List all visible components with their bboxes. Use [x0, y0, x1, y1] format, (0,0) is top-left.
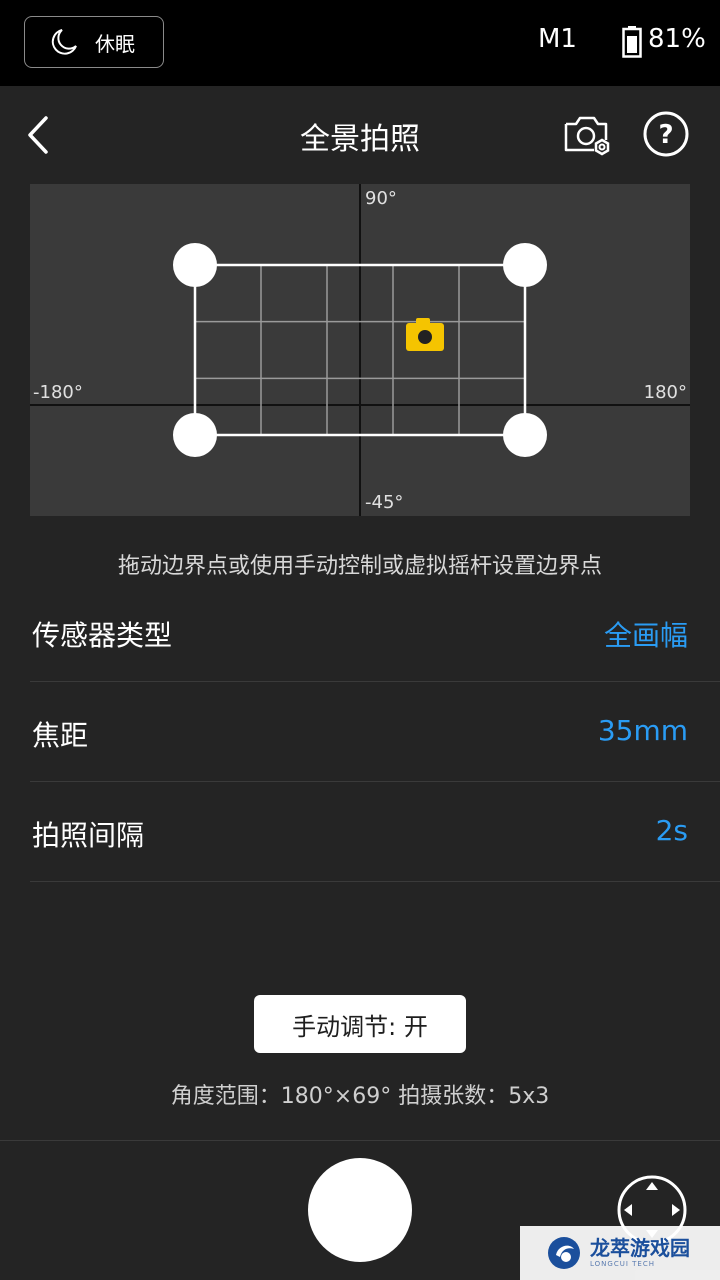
battery-icon	[622, 26, 642, 58]
shutter-button[interactable]	[308, 1158, 412, 1262]
camera-settings-icon[interactable]	[560, 108, 616, 162]
boundary-handle-top-right[interactable]	[503, 243, 547, 287]
mode-label: M1	[538, 24, 577, 54]
setting-shot-interval[interactable]: 拍照间隔 2s	[30, 782, 720, 882]
setting-value: 35mm	[597, 714, 688, 747]
right-angle-label: 180°	[644, 382, 687, 403]
panorama-selector[interactable]: 90° -45° -180° 180°	[30, 184, 690, 516]
bottom-divider	[0, 1140, 720, 1141]
status-bar: 休眠 M1 81%	[0, 0, 720, 86]
battery-percent: 81%	[648, 24, 706, 54]
watermark-cn: 龙萃游戏园	[590, 1236, 690, 1260]
watermark-logo-icon	[548, 1237, 580, 1269]
sleep-label: 休眠	[95, 31, 135, 56]
setting-focal-length[interactable]: 焦距 35mm	[30, 682, 720, 782]
help-icon[interactable]: ?	[642, 110, 690, 158]
boundary-handle-bottom-left[interactable]	[173, 413, 217, 457]
watermark-en: LONGCUI TECH	[590, 1260, 655, 1268]
boundary-handle-bottom-right[interactable]	[503, 413, 547, 457]
moon-icon	[51, 29, 77, 55]
setting-value: 2s	[655, 814, 688, 847]
svg-text:?: ?	[658, 120, 673, 150]
bottom-angle-label: -45°	[365, 492, 403, 513]
top-angle-label: 90°	[365, 188, 397, 209]
watermark: 龙萃游戏园 LONGCUI TECH	[520, 1226, 720, 1280]
header: 全景拍照 ?	[0, 86, 720, 184]
setting-label: 拍照间隔	[32, 819, 145, 852]
sleep-button[interactable]: 休眠	[24, 16, 164, 68]
setting-label: 传感器类型	[32, 619, 173, 652]
hint-text: 拖动边界点或使用手动控制或虚拟摇杆设置边界点	[117, 554, 602, 579]
setting-label: 焦距	[32, 719, 89, 752]
capture-info: 角度范围：180°×69° 拍摄张数：5x3	[170, 1084, 550, 1109]
boundary-handle-top-left[interactable]	[173, 243, 217, 287]
manual-adjust-button[interactable]: 手动调节: 开	[254, 995, 466, 1053]
setting-value: 全画幅	[603, 619, 688, 652]
setting-sensor-type[interactable]: 传感器类型 全画幅	[30, 582, 720, 682]
left-angle-label: -180°	[33, 382, 83, 403]
